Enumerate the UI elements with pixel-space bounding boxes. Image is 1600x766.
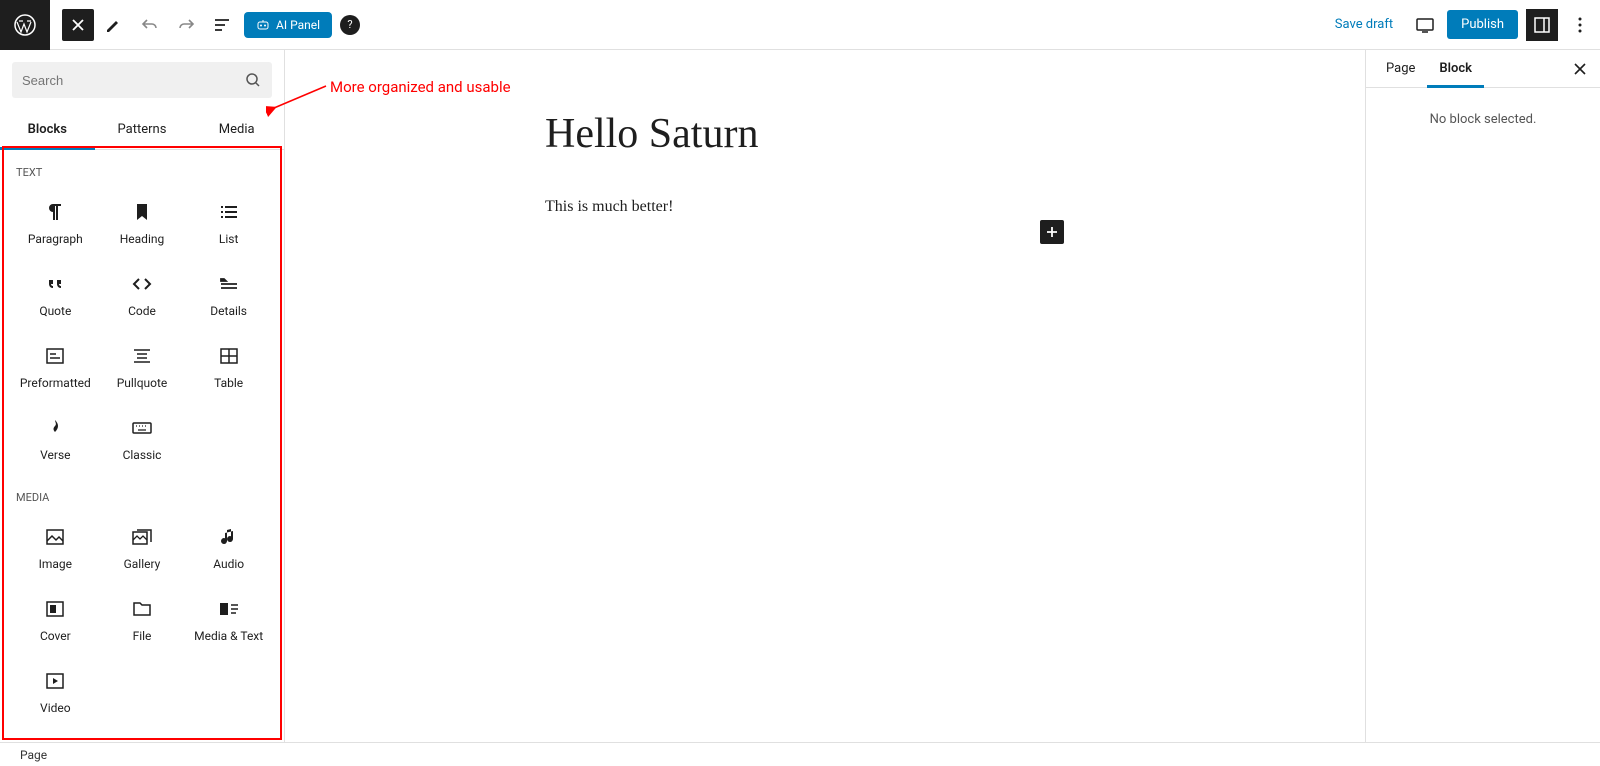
block-audio[interactable]: Audio	[185, 512, 272, 584]
wordpress-logo[interactable]	[0, 0, 50, 50]
video-icon	[43, 669, 67, 693]
details-icon	[217, 272, 241, 296]
ai-panel-label: AI Panel	[276, 18, 320, 32]
cover-icon	[43, 597, 67, 621]
editor-canvas[interactable]: Hello Saturn This is much better!	[285, 50, 1365, 742]
post-body[interactable]: This is much better!	[545, 198, 1365, 216]
list-icon	[217, 200, 241, 224]
tab-media[interactable]: Media	[189, 110, 284, 149]
block-gallery[interactable]: Gallery	[99, 512, 186, 584]
keyboard-icon	[130, 416, 154, 440]
block-pullquote[interactable]: Pullquote	[99, 331, 186, 403]
breadcrumb[interactable]: Page	[20, 748, 47, 762]
block-media-text[interactable]: Media & Text	[185, 584, 272, 656]
paragraph-icon	[43, 200, 67, 224]
block-image[interactable]: Image	[12, 512, 99, 584]
table-icon	[217, 344, 241, 368]
status-bar: Page	[0, 742, 1600, 766]
block-search-input[interactable]	[12, 62, 272, 98]
block-verse[interactable]: Verse	[12, 403, 99, 475]
search-icon	[244, 71, 262, 89]
quote-icon	[43, 272, 67, 296]
gallery-icon	[130, 525, 154, 549]
plus-icon	[1045, 225, 1059, 239]
close-settings-icon[interactable]	[1564, 53, 1596, 85]
block-list[interactable]: List	[185, 187, 272, 259]
help-icon[interactable]: ?	[340, 15, 360, 35]
settings-panel: Page Block No block selected.	[1365, 50, 1600, 742]
block-video[interactable]: Video	[12, 656, 99, 728]
save-draft-button[interactable]: Save draft	[1335, 17, 1393, 32]
block-preformatted[interactable]: Preformatted	[12, 331, 99, 403]
tab-patterns[interactable]: Patterns	[95, 110, 190, 149]
block-cover[interactable]: Cover	[12, 584, 99, 656]
settings-empty-message: No block selected.	[1366, 88, 1600, 742]
inserter-tabs: Blocks Patterns Media	[0, 110, 284, 150]
top-toolbar: AI Panel ? Save draft Publish	[0, 0, 1600, 50]
tab-blocks[interactable]: Blocks	[0, 110, 95, 149]
block-file[interactable]: File	[99, 584, 186, 656]
block-details[interactable]: Details	[185, 259, 272, 331]
edit-tool-icon[interactable]	[98, 9, 130, 41]
verse-icon	[43, 416, 67, 440]
block-table[interactable]: Table	[185, 331, 272, 403]
code-icon	[130, 272, 154, 296]
ai-icon	[256, 18, 270, 32]
post-title[interactable]: Hello Saturn	[545, 110, 1365, 158]
more-menu-icon[interactable]	[1564, 9, 1596, 41]
publish-button[interactable]: Publish	[1447, 10, 1518, 39]
bookmark-icon	[130, 200, 154, 224]
block-paragraph[interactable]: Paragraph	[12, 187, 99, 259]
block-classic[interactable]: Classic	[99, 403, 186, 475]
pullquote-icon	[130, 344, 154, 368]
media-text-icon	[217, 597, 241, 621]
add-block-button[interactable]	[1040, 220, 1064, 244]
image-icon	[43, 525, 67, 549]
audio-icon	[217, 525, 241, 549]
document-overview-icon[interactable]	[206, 9, 238, 41]
undo-icon[interactable]	[134, 9, 166, 41]
preformatted-icon	[43, 344, 67, 368]
category-text-label: TEXT	[12, 150, 272, 187]
folder-icon	[130, 597, 154, 621]
tab-block-settings[interactable]: Block	[1427, 50, 1484, 87]
tab-page-settings[interactable]: Page	[1374, 50, 1427, 87]
ai-panel-button[interactable]: AI Panel	[244, 12, 332, 38]
preview-icon[interactable]	[1409, 9, 1441, 41]
block-heading[interactable]: Heading	[99, 187, 186, 259]
category-media-label: MEDIA	[12, 475, 272, 512]
redo-icon[interactable]	[170, 9, 202, 41]
settings-toggle-button[interactable]	[1526, 9, 1558, 41]
block-code[interactable]: Code	[99, 259, 186, 331]
close-inserter-button[interactable]	[62, 9, 94, 41]
block-quote[interactable]: Quote	[12, 259, 99, 331]
block-inserter-panel: Blocks Patterns Media TEXT Paragraph Hea…	[0, 50, 285, 742]
